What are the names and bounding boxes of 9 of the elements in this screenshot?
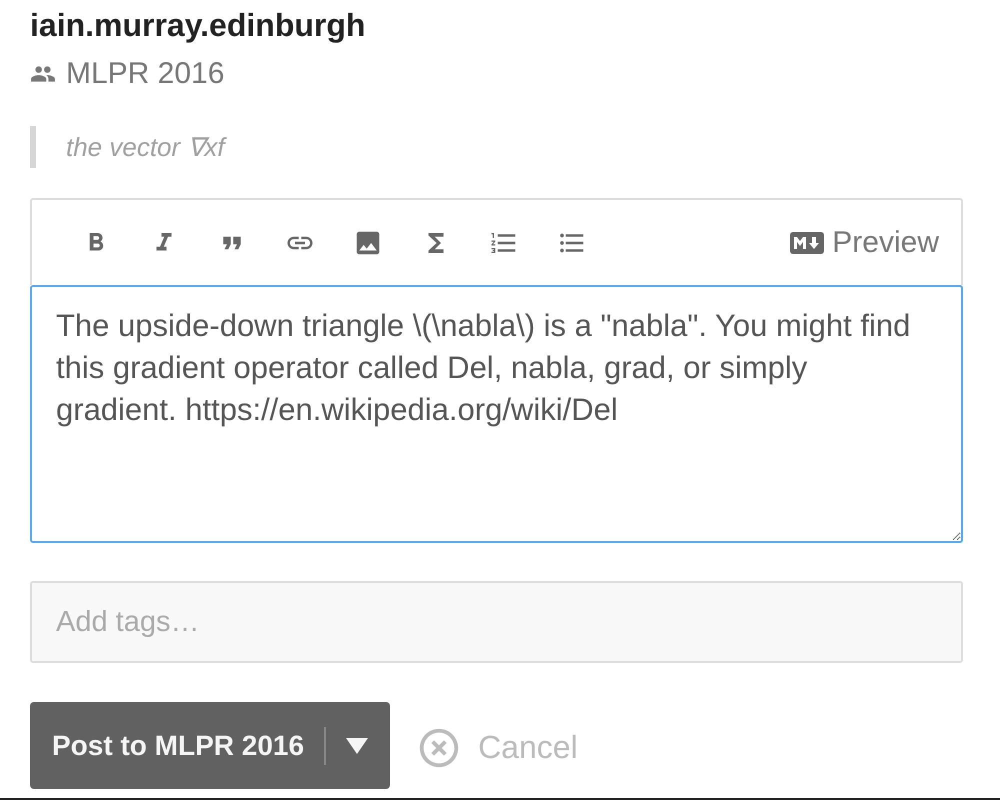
caret-icon	[346, 738, 368, 754]
markdown-icon	[790, 232, 824, 254]
quote-text: the vector ∇xf	[66, 132, 225, 162]
tags-field[interactable]: Add tags…	[30, 581, 963, 663]
post-button[interactable]: Post to MLPR 2016	[30, 702, 390, 789]
author-name: iain.murray.edinburgh	[30, 6, 366, 45]
comment-editor[interactable]: The upside-down triangle \(\nabla\) is a "nabla". You might find this gradient operator called Del, nabla, grad, or simply gradient. https://en.wikipedia.org/wiki/Del	[30, 285, 963, 543]
group-name: MLPR 2016	[66, 57, 224, 91]
preview-button[interactable]: Preview	[790, 226, 939, 260]
